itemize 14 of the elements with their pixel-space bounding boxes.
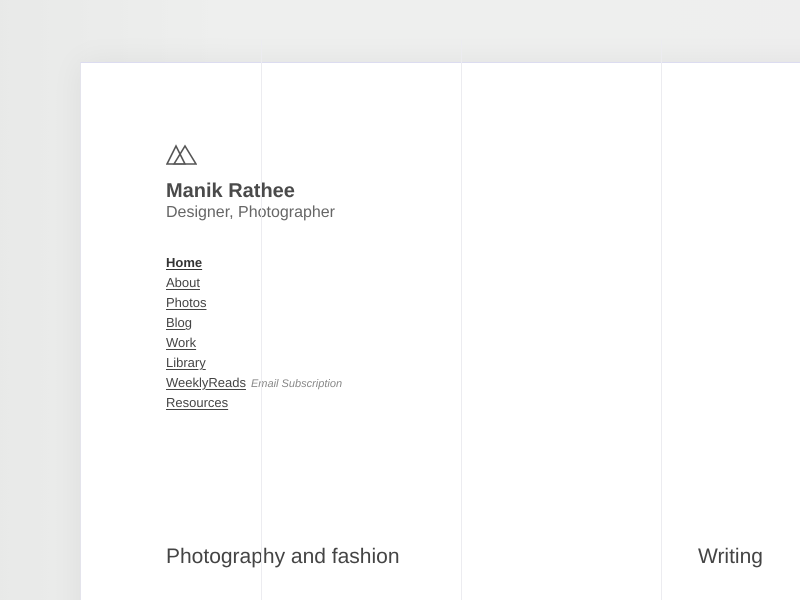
nav-link[interactable]: WeeklyReads — [166, 375, 246, 390]
section-heading: Photography and fashion — [166, 545, 401, 569]
site-tagline: Designer, Photographer — [166, 203, 336, 223]
nav-link[interactable]: About — [166, 275, 200, 290]
site-name: Manik Rathee — [166, 179, 296, 203]
nav-link[interactable]: Resources — [166, 395, 228, 410]
nav-link[interactable]: Library — [166, 355, 206, 370]
nav-link[interactable]: Photos — [166, 295, 206, 310]
mountain-logo-icon — [166, 143, 197, 165]
nav-link[interactable]: Work — [166, 335, 196, 350]
nav-link[interactable]: Home — [166, 255, 202, 270]
section-heading: Writing — [698, 545, 763, 569]
nav-note: Email Subscription — [250, 378, 342, 390]
nav-link[interactable]: Blog — [166, 315, 192, 330]
